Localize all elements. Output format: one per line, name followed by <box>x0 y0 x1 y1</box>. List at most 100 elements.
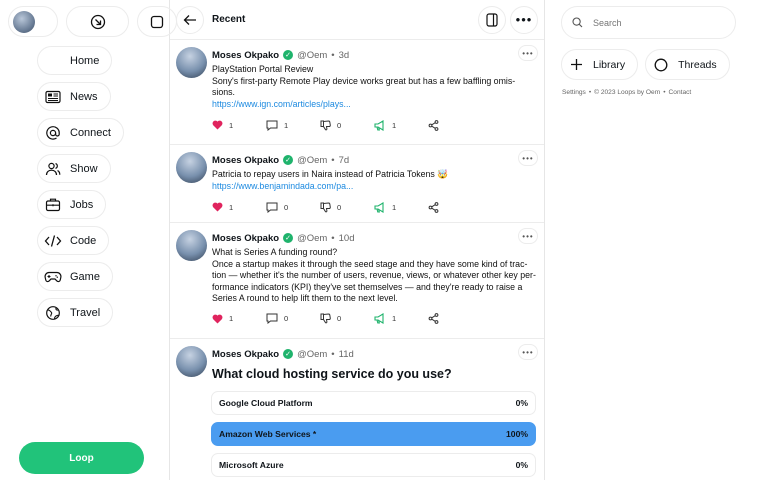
post-link[interactable]: https://www.benjamindada.com/pa... <box>212 181 536 193</box>
post-more-button[interactable]: ••• <box>518 150 538 166</box>
post-more-button[interactable]: ••• <box>518 344 538 360</box>
sidebar-item-connect[interactable]: Connect <box>37 118 124 147</box>
author-handle[interactable]: @Oem <box>297 50 327 61</box>
poll-option-selected[interactable]: Amazon Web Services * 100% <box>211 422 536 446</box>
loop-button[interactable]: Loop <box>19 442 144 474</box>
comment-count: 0 <box>284 202 289 212</box>
post[interactable]: ••• Moses Okpako ✓ @Oem • 3d PlayStation… <box>170 40 544 145</box>
more-options-button[interactable]: ••• <box>510 6 538 34</box>
author-name[interactable]: Moses Okpako <box>212 349 279 360</box>
share-button[interactable] <box>428 119 482 131</box>
like-count: 1 <box>229 120 234 130</box>
dislike-button[interactable]: 0 <box>320 120 374 131</box>
library-label: Library <box>593 58 626 71</box>
avatar <box>13 10 35 33</box>
author-handle[interactable]: @Oem <box>297 233 327 244</box>
footer-separator: • <box>588 89 592 96</box>
poll-post[interactable]: ••• Moses Okpako ✓ @Oem • 11d What cloud… <box>170 339 544 480</box>
footer-links: Settings • © 2023 Loops by Oem • Contact <box>562 89 691 96</box>
ellipsis-icon: ••• <box>522 48 534 58</box>
author-name[interactable]: Moses Okpako <box>212 155 279 166</box>
megaphone-icon <box>374 313 384 325</box>
author-name[interactable]: Moses Okpako <box>212 50 279 61</box>
like-button[interactable]: 1 <box>212 314 266 324</box>
settings-link[interactable]: Settings <box>562 89 586 96</box>
right-sidebar: Library Threads Settings • © 2023 Loops … <box>545 0 768 480</box>
repost-count: 1 <box>392 202 397 212</box>
repost-button[interactable]: 1 <box>374 119 428 131</box>
sidebar-item-game[interactable]: Game <box>37 262 113 291</box>
like-count: 1 <box>229 314 234 324</box>
avatar <box>176 47 207 78</box>
poll-option-percent: 0% <box>515 398 528 408</box>
megaphone-icon <box>374 201 384 213</box>
post-link[interactable]: https://www.ign.com/articles/plays... <box>212 99 536 111</box>
sidebar-item-show[interactable]: Show <box>37 154 111 183</box>
sidebar-item-label: Game <box>70 270 100 283</box>
verified-icon: ✓ <box>283 50 294 60</box>
like-button[interactable]: 1 <box>212 120 266 130</box>
post-time: 3d <box>338 49 350 61</box>
comment-button[interactable]: 0 <box>266 202 320 213</box>
dislike-button[interactable]: 0 <box>320 313 374 324</box>
library-button[interactable]: Library <box>561 49 639 80</box>
author-handle[interactable]: @Oem <box>297 349 327 360</box>
post-more-button[interactable]: ••• <box>518 45 538 61</box>
comment-icon <box>266 120 278 131</box>
back-button[interactable] <box>176 5 204 34</box>
main-feed: Recent ••• ••• Moses Okpako ✓ @Oem • 3d … <box>170 0 545 480</box>
avatar <box>176 230 207 261</box>
profile-button[interactable] <box>8 6 58 37</box>
post[interactable]: ••• Moses Okpako ✓ @Oem • 10d What is Se… <box>170 223 544 339</box>
dot-separator: • <box>331 348 335 360</box>
panel-toggle-button[interactable] <box>478 6 506 34</box>
share-button[interactable] <box>428 201 482 213</box>
at-icon <box>44 124 62 142</box>
circle-icon <box>654 58 668 71</box>
share-button[interactable] <box>428 313 482 325</box>
code-icon <box>44 232 62 250</box>
sidebar-item-label: Code <box>70 234 97 247</box>
author-handle[interactable]: @Oem <box>297 155 327 166</box>
sidebar-item-code[interactable]: Code <box>37 226 110 255</box>
search-box[interactable] <box>561 6 736 39</box>
contact-link[interactable]: Contact <box>669 89 692 96</box>
dislike-button[interactable]: 0 <box>320 202 374 213</box>
ellipsis-icon: ••• <box>522 347 534 357</box>
dislike-count: 0 <box>337 202 342 212</box>
like-button[interactable]: 1 <box>212 202 266 212</box>
threads-label: Threads <box>678 58 717 71</box>
comment-button[interactable]: 0 <box>266 313 320 325</box>
header-actions: ••• <box>478 6 538 34</box>
post-header: Moses Okpako ✓ @Oem • 10d <box>212 231 536 245</box>
search-input[interactable] <box>593 17 713 28</box>
post-more-button[interactable]: ••• <box>518 228 538 244</box>
verified-icon: ✓ <box>283 349 294 359</box>
sidebar-item-news[interactable]: News <box>37 82 111 111</box>
comment-button[interactable]: 1 <box>266 120 320 131</box>
thumbs-down-icon <box>320 313 331 324</box>
post[interactable]: ••• Moses Okpako ✓ @Oem • 7d Patricia to… <box>170 145 544 223</box>
plus-icon <box>571 59 582 70</box>
dot-separator: • <box>331 232 335 244</box>
collapse-button[interactable] <box>66 6 129 37</box>
poll-option[interactable]: Microsoft Azure 0% <box>211 453 536 477</box>
post-time: 10d <box>338 232 355 244</box>
sidebar-nav: Home News Connect Show Jobs Code Game Tr… <box>37 46 124 327</box>
threads-button[interactable]: Threads <box>645 49 730 80</box>
sidebar-item-jobs[interactable]: Jobs <box>37 190 107 219</box>
sidebar-item-travel[interactable]: Travel <box>37 298 114 327</box>
repost-button[interactable]: 1 <box>374 313 428 325</box>
arrow-left-icon <box>183 14 196 25</box>
sidebar-item-label: Jobs <box>70 198 94 211</box>
newspaper-icon <box>44 88 62 106</box>
square-icon <box>150 15 164 28</box>
author-name[interactable]: Moses Okpako <box>212 233 279 244</box>
right-actions: Library Threads <box>561 49 730 80</box>
poll-option[interactable]: Google Cloud Platform 0% <box>211 391 536 415</box>
like-count: 1 <box>229 202 234 212</box>
sidebar-item-label: Travel <box>70 306 101 319</box>
sidebar-item-home[interactable]: Home <box>37 46 113 75</box>
repost-button[interactable]: 1 <box>374 201 428 213</box>
megaphone-icon <box>374 119 384 131</box>
